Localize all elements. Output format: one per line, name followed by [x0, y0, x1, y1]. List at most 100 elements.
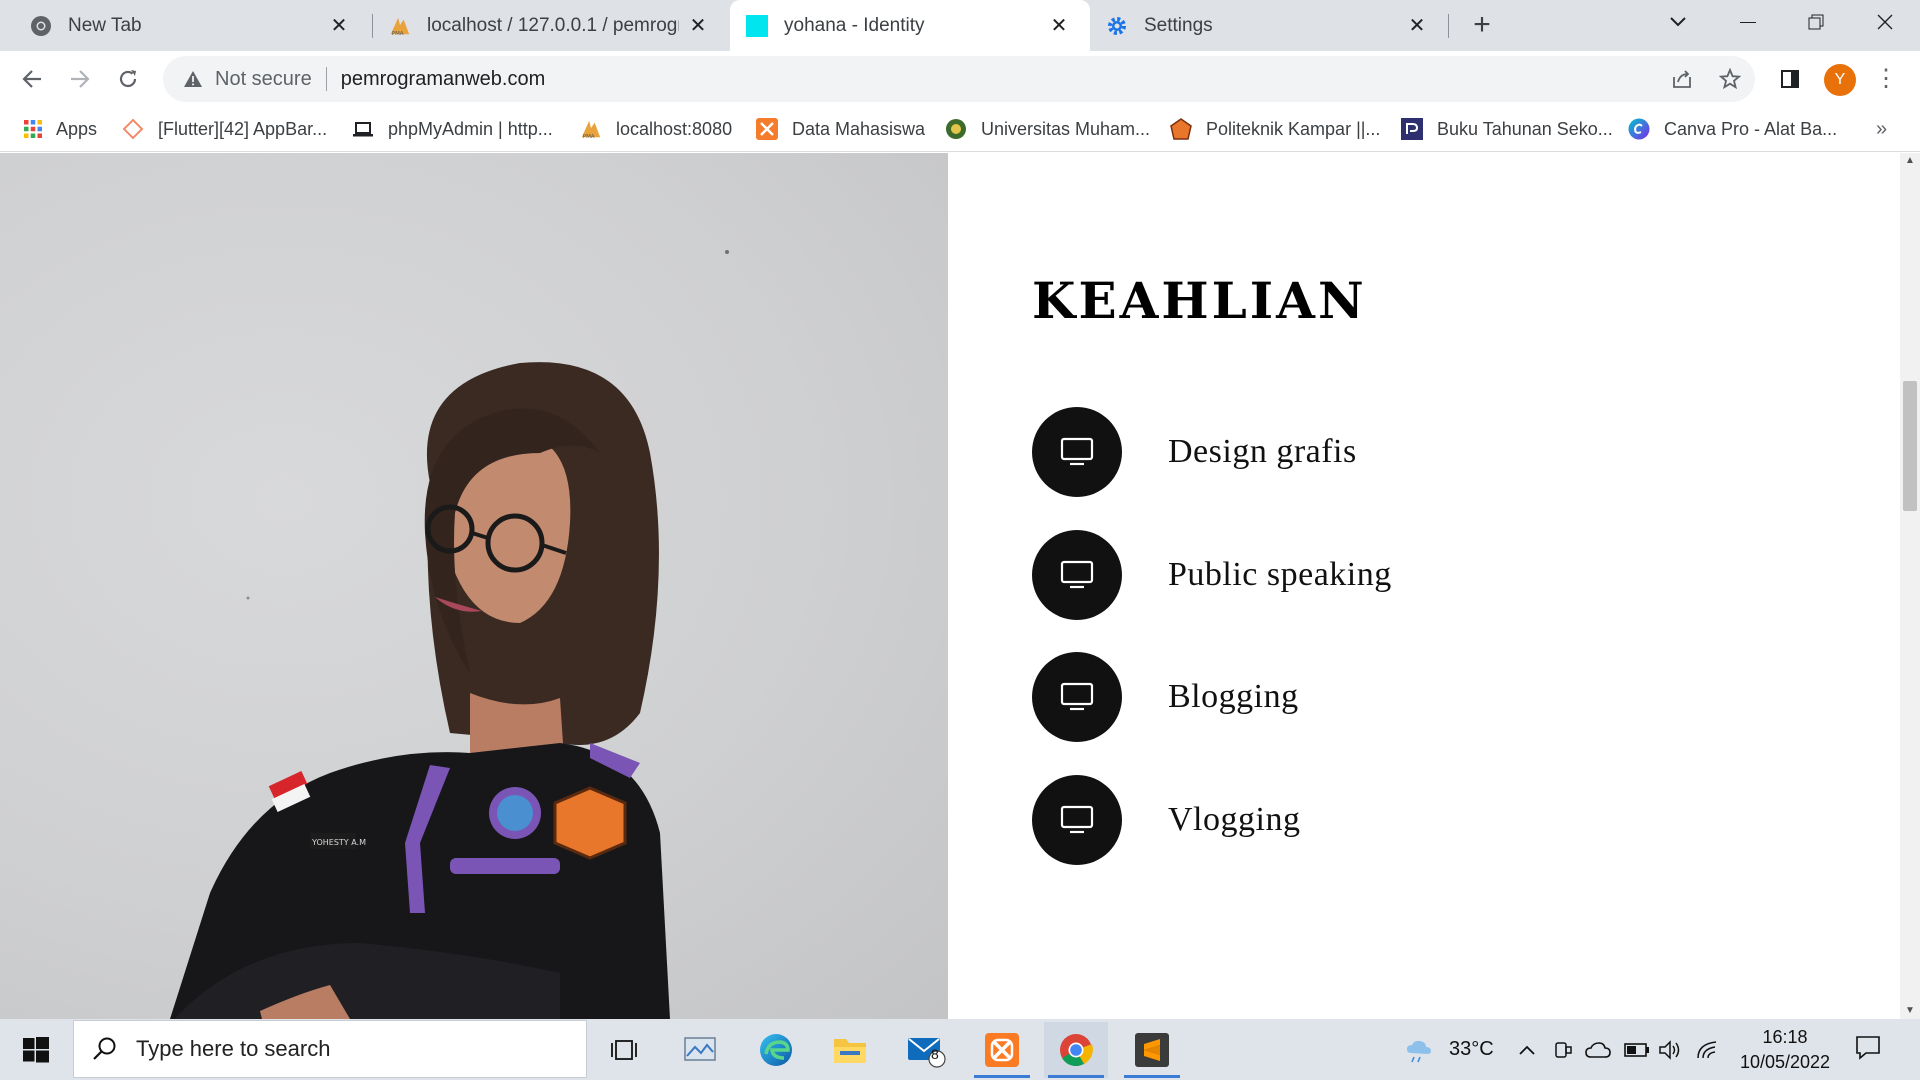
taskbar-clock[interactable]: 16:18 10/05/2022 [1730, 1025, 1840, 1075]
close-tab-icon[interactable]: ✕ [687, 15, 709, 37]
minimize-button[interactable] [1715, 0, 1781, 44]
share-icon[interactable] [1666, 63, 1698, 95]
mail-icon[interactable]: 8 [894, 1022, 958, 1078]
skill-item: Public speaking [1032, 530, 1732, 620]
close-tab-icon[interactable]: ✕ [328, 15, 350, 37]
book-icon [1401, 118, 1423, 140]
bookmark-buku-tahunan[interactable]: Buku Tahunan Seko... [1401, 106, 1613, 152]
close-tab-icon[interactable]: ✕ [1406, 15, 1428, 37]
skill-item: Design grafis [1032, 407, 1732, 497]
close-window-button[interactable] [1852, 0, 1918, 44]
bookmark-phpmyadmin[interactable]: phpMyAdmin | http... [352, 106, 553, 152]
meet-now-icon[interactable] [1553, 1019, 1573, 1080]
bookmark-label: Politeknik Kampar ||... [1206, 118, 1381, 139]
onedrive-cloud-icon[interactable] [1585, 1019, 1611, 1080]
weather-widget[interactable]: 33°C [1405, 1019, 1494, 1080]
address-bar[interactable]: Not secure pemrogramanweb.com [163, 56, 1755, 102]
laptop-icon [352, 118, 374, 140]
tab-separator [1448, 14, 1449, 38]
task-view-icon[interactable] [592, 1022, 656, 1078]
svg-text:PMA: PMA [583, 134, 595, 140]
volume-icon[interactable] [1658, 1019, 1682, 1080]
back-button[interactable] [14, 61, 50, 97]
profile-photo: YOHESTY A.M [0, 153, 948, 1019]
tab-title: localhost / 127.0.0.1 / pemrograman [427, 14, 679, 36]
security-label[interactable]: Not secure [215, 68, 312, 91]
scrollbar-thumb[interactable] [1903, 381, 1917, 511]
tab-title: Settings [1144, 14, 1213, 36]
chrome-icon[interactable] [1044, 1022, 1108, 1078]
taskbar-search-box[interactable]: Type here to search [73, 1020, 587, 1078]
photos-app-icon[interactable] [668, 1022, 732, 1078]
xampp-icon[interactable] [970, 1022, 1034, 1078]
scroll-up-arrow-icon[interactable]: ▲ [1900, 153, 1920, 169]
tab-settings[interactable]: Settings ✕ [1092, 0, 1448, 51]
bookmark-politeknik-kampar[interactable]: Politeknik Kampar ||... [1170, 106, 1380, 152]
url-text[interactable]: pemrogramanweb.com [341, 68, 546, 91]
warning-triangle-icon[interactable] [179, 70, 207, 88]
close-tab-icon[interactable]: ✕ [1048, 15, 1070, 37]
bookmark-flutter[interactable]: [Flutter][42] AppBar... [122, 106, 327, 152]
tab-new-tab[interactable]: New Tab ✕ [0, 0, 370, 51]
profile-photo-illustration: YOHESTY A.M [170, 250, 729, 1019]
bookmark-star-icon[interactable] [1714, 63, 1746, 95]
phpmyadmin-icon: PMA [580, 118, 602, 140]
chrome-icon [30, 15, 52, 37]
cyan-square-icon [746, 14, 768, 37]
search-placeholder: Type here to search [136, 1036, 331, 1061]
rain-cloud-icon [1407, 1040, 1431, 1062]
wifi-icon[interactable] [1696, 1019, 1720, 1080]
phpmyadmin-icon: PMA [389, 15, 411, 37]
web-page: YOHESTY A.M KEAHLIAN Design grafis Publi… [0, 153, 1900, 1019]
windows-start-icon[interactable] [12, 1031, 60, 1069]
skills-heading: KEAHLIAN [1032, 271, 1367, 330]
svg-text:PMA: PMA [392, 31, 404, 37]
more-bookmarks-chevron-icon[interactable]: » [1876, 106, 1887, 152]
bookmarks-bar: Apps [Flutter][42] AppBar... phpMyAdmin … [0, 106, 1920, 152]
battery-icon[interactable] [1624, 1019, 1650, 1080]
bookmark-label: [Flutter][42] AppBar... [158, 118, 328, 139]
profile-avatar[interactable]: Y [1824, 64, 1856, 96]
forward-button[interactable] [62, 61, 98, 97]
restore-button[interactable] [1783, 0, 1849, 44]
edge-icon[interactable] [744, 1022, 808, 1078]
tab-phpmyadmin[interactable]: PMA localhost / 127.0.0.1 / pemrograman … [373, 0, 729, 51]
bookmark-data-mahasiswa[interactable]: Data Mahasiswa [756, 106, 925, 152]
gear-icon [1106, 15, 1128, 37]
bookmark-canva[interactable]: Canva Pro - Alat Ba... [1628, 106, 1837, 152]
monitor-icon [1060, 437, 1094, 466]
skill-item: Blogging [1032, 652, 1732, 742]
sublime-text-icon[interactable] [1120, 1022, 1184, 1078]
tab-search-button[interactable] [1645, 0, 1711, 44]
new-tab-button[interactable]: + [1466, 10, 1498, 42]
notification-center-icon[interactable] [1854, 1033, 1886, 1065]
bookmark-localhost[interactable]: PMA localhost:8080 [580, 106, 732, 152]
skill-icon-circle [1032, 407, 1122, 497]
scroll-down-arrow-icon[interactable]: ▼ [1900, 1003, 1920, 1019]
bookmark-label: Buku Tahunan Seko... [1437, 118, 1613, 139]
skill-icon-circle [1032, 775, 1122, 865]
bookmark-apps[interactable]: Apps [22, 106, 97, 152]
show-hidden-icons-chevron-icon[interactable] [1518, 1019, 1536, 1080]
side-panel-icon[interactable] [1774, 63, 1806, 95]
bookmark-label: localhost:8080 [616, 118, 733, 139]
tab-yohana-identity[interactable]: yohana - Identity ✕ [730, 0, 1090, 51]
file-explorer-icon[interactable] [818, 1022, 882, 1078]
skill-label: Design grafis [1168, 433, 1357, 470]
tab-strip: New Tab ✕ PMA localhost / 127.0.0.1 / pe… [0, 0, 1920, 51]
skill-label: Blogging [1168, 678, 1299, 715]
browser-toolbar: Not secure pemrogramanweb.com Y ⋮ [0, 51, 1920, 106]
clock-time: 16:18 [1762, 1027, 1808, 1047]
bookmark-label: phpMyAdmin | http... [388, 118, 553, 139]
bookmark-universitas[interactable]: Universitas Muham... [945, 106, 1150, 152]
page-scrollbar[interactable]: ▲ ▼ [1900, 153, 1920, 1019]
menu-kebab-icon[interactable]: ⋮ [1874, 63, 1898, 95]
bookmark-label: Apps [56, 118, 98, 139]
apps-grid-icon [22, 118, 44, 140]
skill-icon-circle [1032, 652, 1122, 742]
polkam-logo-icon [1170, 118, 1192, 140]
tab-title: New Tab [68, 14, 142, 36]
bookmark-label: Data Mahasiswa [792, 118, 926, 139]
skill-label: Public speaking [1168, 556, 1392, 593]
reload-button[interactable] [110, 61, 146, 97]
